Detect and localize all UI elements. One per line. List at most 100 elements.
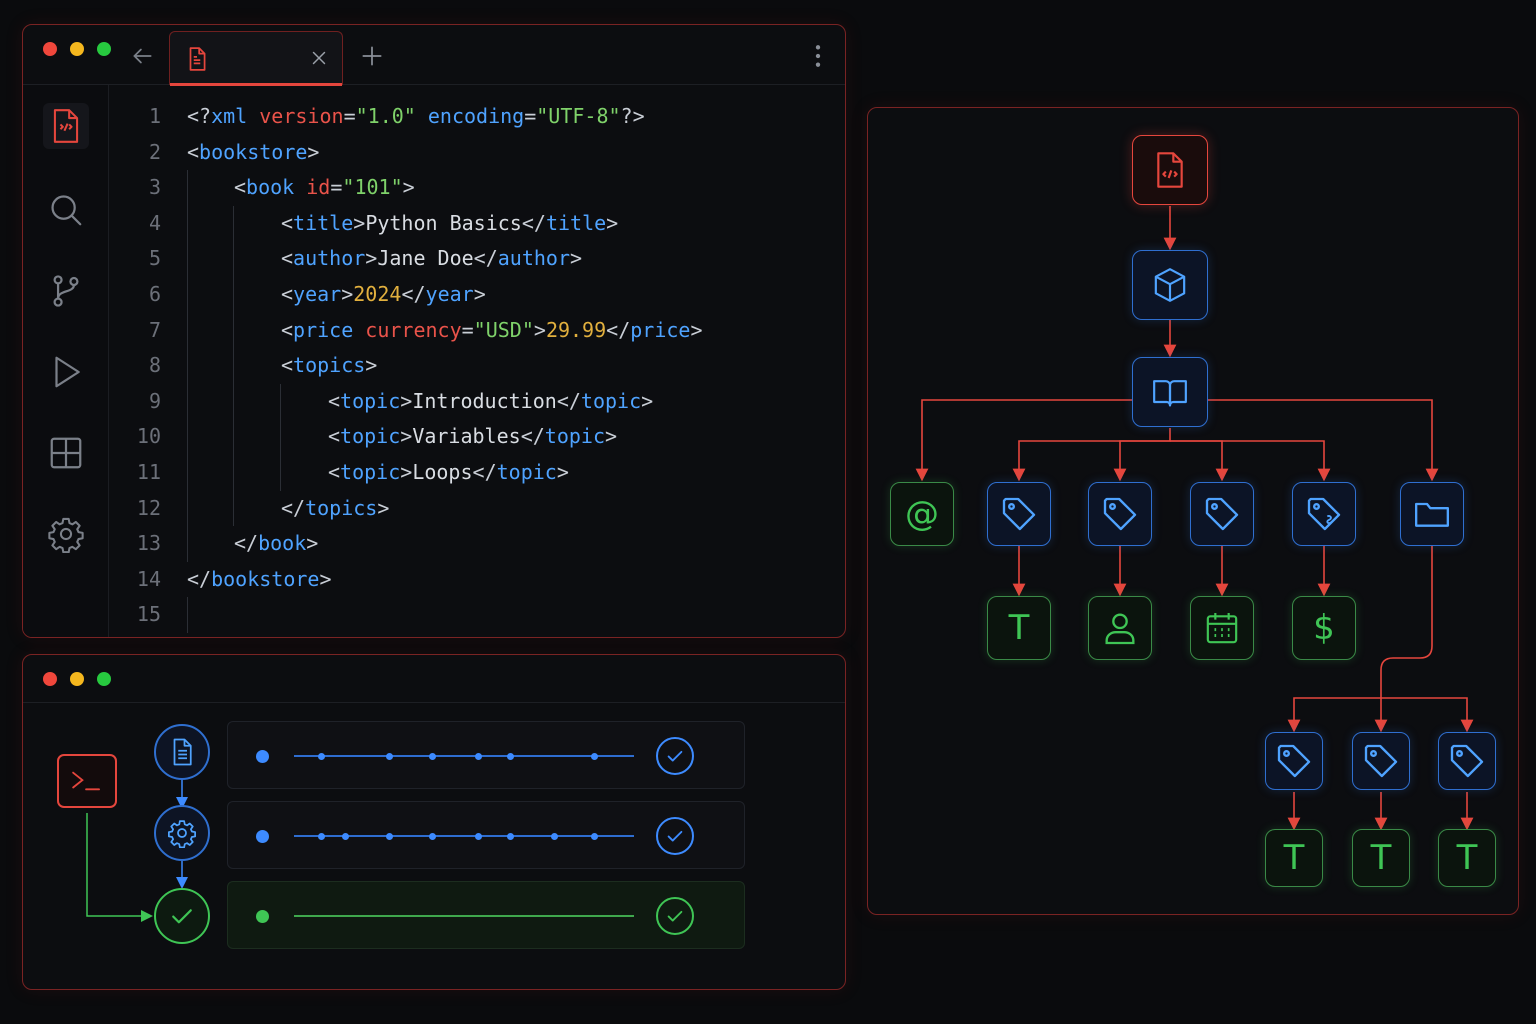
activity-explorer[interactable] (43, 103, 89, 149)
indent-guide (187, 526, 188, 562)
tree-node-bookstore[interactable] (1132, 250, 1208, 320)
syntax-token: currency (365, 317, 462, 342)
close-icon[interactable] (308, 47, 330, 69)
indent-guide (233, 241, 234, 277)
tree-node-topic-2[interactable] (1352, 732, 1410, 790)
syntax-token: title (545, 210, 607, 235)
status-dot (256, 910, 269, 923)
indent-guide (187, 312, 188, 349)
minimize-window-button[interactable] (70, 42, 84, 56)
tree-node-year[interactable] (1190, 482, 1254, 546)
code-line[interactable]: 6 <year>2024</year> (109, 276, 845, 313)
indent-guide (187, 241, 188, 277)
syntax-token: > (402, 175, 415, 200)
close-window-button[interactable] (43, 42, 57, 56)
indent-guide (187, 597, 188, 633)
line-number: 12 (136, 495, 161, 520)
code-line[interactable]: 11 <topic>Loops</topic> (109, 454, 845, 491)
syntax-token: = (461, 317, 474, 342)
syntax-token: "UTF-8" (536, 104, 621, 128)
tree-node-price[interactable] (1292, 482, 1356, 546)
syntax-token: > (556, 459, 569, 484)
indent-guide (187, 205, 188, 242)
line-number: 13 (136, 531, 161, 556)
code-line[interactable]: 14 </bookstore> (109, 562, 845, 598)
indent-guide (187, 383, 188, 420)
pipeline-step-complete[interactable] (154, 888, 210, 944)
tree-node-topics[interactable] (1400, 482, 1464, 546)
code-text: </bookstore> (187, 562, 332, 598)
text-icon: T (1370, 838, 1392, 878)
pipeline-step-gear[interactable] (154, 805, 210, 861)
tree-node-topic-1-text[interactable]: T (1265, 829, 1323, 887)
line-number: 14 (136, 566, 161, 591)
pipeline-track-1[interactable] (227, 721, 745, 789)
syntax-token: > (690, 317, 703, 342)
indent-guide (233, 312, 234, 349)
tree-node-topic-1[interactable] (1265, 732, 1323, 790)
code-text: <book id="101"> (234, 170, 415, 206)
code-line[interactable]: 10 <topic>Variables</topic> (109, 419, 845, 455)
tree-node-topic-3-text[interactable]: T (1438, 829, 1496, 887)
back-arrow-icon[interactable] (129, 43, 155, 69)
code-line[interactable]: 1 <?xml version="1.0" encoding="UTF-8"?> (109, 99, 845, 135)
syntax-token: > (307, 139, 320, 164)
syntax-token: Introduction (412, 388, 557, 413)
tree-node-topic-2-text[interactable]: T (1352, 829, 1410, 887)
tree-node-book[interactable] (1132, 357, 1208, 427)
code-line[interactable]: 12 </topics> (109, 490, 845, 527)
pipeline-window (22, 654, 846, 990)
tree-node-id-attribute[interactable]: @ (890, 482, 954, 546)
pipeline-track-2[interactable] (227, 801, 745, 869)
activity-search[interactable] (43, 187, 89, 233)
code-line[interactable]: 13 </book> (109, 526, 845, 562)
code-line[interactable]: 15 (109, 597, 845, 633)
text-icon: T (1283, 838, 1305, 878)
pipeline-step-document[interactable] (154, 724, 210, 780)
tree-node-title-text[interactable]: T (987, 596, 1051, 660)
window-controls (43, 42, 111, 56)
syntax-token: year (293, 281, 342, 306)
activity-source-control[interactable] (43, 268, 89, 314)
code-area[interactable]: 1 <?xml version="1.0" encoding="UTF-8"?> 2… (109, 99, 845, 633)
activity-extensions[interactable] (43, 430, 89, 476)
indent-guide (187, 490, 188, 527)
code-line[interactable]: 7 <price currency="USD">29.99</price> (109, 312, 845, 349)
code-line[interactable]: 5 <author>Jane Doe</author> (109, 241, 845, 277)
syntax-token: < (281, 281, 294, 306)
syntax-token: > (400, 459, 413, 484)
code-text: <topics> (281, 348, 377, 384)
tree-node-title[interactable] (987, 482, 1051, 546)
maximize-window-button[interactable] (97, 42, 111, 56)
more-options-icon[interactable] (813, 43, 823, 69)
code-line[interactable]: 2 <bookstore> (109, 135, 845, 171)
progress-line (294, 752, 634, 760)
syntax-token: > (533, 317, 546, 342)
syntax-token: < (281, 353, 294, 378)
code-line[interactable]: 9 <topic>Introduction</topic> (109, 383, 845, 420)
activity-run[interactable] (43, 349, 89, 395)
tree-node-xml-file[interactable] (1132, 135, 1208, 205)
code-line[interactable]: 8 <topics> (109, 348, 845, 384)
tab-xml-file[interactable] (169, 31, 343, 86)
tree-node-author[interactable] (1088, 482, 1152, 546)
syntax-token: 2024 (353, 281, 402, 306)
tree-node-year-value[interactable] (1190, 596, 1254, 660)
code-line[interactable]: 4 <title>Python Basics</title> (109, 205, 845, 242)
tag-icon (1205, 497, 1239, 531)
activity-settings[interactable] (43, 511, 89, 557)
folder-icon (1415, 502, 1449, 527)
tag-icon (1002, 497, 1036, 531)
line-number: 1 (148, 104, 161, 128)
syntax-token: > (570, 246, 583, 271)
code-line[interactable]: 3 <book id="101"> (109, 170, 845, 206)
terminal-icon[interactable] (57, 754, 117, 808)
pipeline-track-3[interactable] (227, 881, 745, 949)
syntax-token: = (343, 104, 356, 128)
syntax-token: < (281, 246, 294, 271)
tree-node-author-value[interactable] (1088, 596, 1152, 660)
tree-node-price-value[interactable]: $ (1292, 596, 1356, 660)
tree-node-topic-3[interactable] (1438, 732, 1496, 790)
new-tab-plus-icon[interactable] (359, 43, 385, 69)
syntax-token: topic (496, 459, 557, 484)
